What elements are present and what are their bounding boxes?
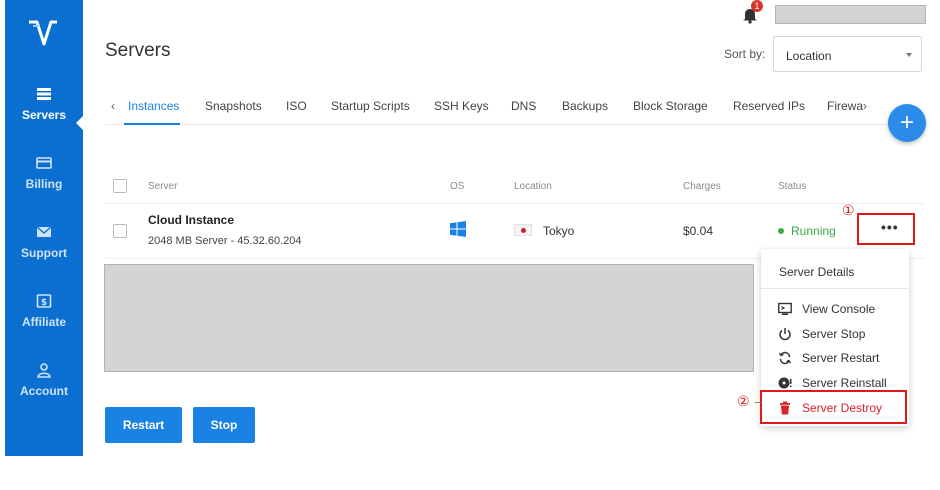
sidebar-item-label: Support (21, 246, 67, 260)
highlight-box (760, 390, 907, 424)
tab-reserved-ips[interactable]: Reserved IPs (733, 99, 805, 113)
column-header-location: Location (514, 181, 552, 192)
ellipsis-icon: ••• (881, 219, 899, 235)
server-stack-icon (37, 88, 51, 100)
menu-item-label: Server Reinstall (802, 376, 887, 390)
menu-item-label: Server Restart (802, 351, 880, 365)
server-location: Tokyo (543, 224, 575, 238)
dollar-icon: $ (36, 294, 52, 308)
tab-startup-scripts[interactable]: Startup Scripts (331, 99, 410, 113)
server-name[interactable]: Cloud Instance (148, 213, 234, 227)
menu-item-view-console[interactable]: View Console (761, 298, 909, 322)
disc-icon (778, 377, 792, 389)
user-account-bar[interactable] (775, 5, 926, 24)
server-details: 2048 MB Server - 45.32.60.204 (148, 235, 302, 247)
menu-item-label: Server Stop (802, 327, 866, 341)
credit-card-icon (36, 157, 52, 169)
sidebar-item-affiliate[interactable]: $ Affiliate (5, 293, 83, 355)
refresh-icon (778, 351, 792, 365)
sidebar-item-label: Servers (21, 108, 67, 122)
sidebar-item-label: Affiliate (21, 315, 66, 329)
chevron-left-icon[interactable]: ‹ (111, 99, 115, 113)
step-marker-1: ① (842, 202, 855, 218)
status-dot-icon (778, 228, 784, 234)
active-tab-indicator (124, 123, 180, 125)
divider (105, 203, 925, 204)
server-charges: $0.04 (683, 224, 714, 238)
caret-down-icon (906, 53, 912, 57)
tab-instances[interactable]: Instances (128, 99, 179, 113)
console-icon (778, 302, 792, 315)
more-actions-button[interactable]: ••• (857, 213, 915, 245)
status-badge: Running (778, 224, 836, 238)
menu-item-server-details[interactable]: Server Details (779, 265, 854, 279)
page-title: Servers (105, 40, 171, 61)
column-header-server: Server (148, 181, 178, 192)
step-marker-2: ② (737, 393, 750, 409)
restart-button[interactable]: Restart (105, 407, 182, 443)
tab-ssh-keys[interactable]: SSH Keys (434, 99, 489, 113)
envelope-icon (36, 226, 52, 237)
tab-dns[interactable]: DNS (511, 99, 536, 113)
tab-bar: ‹ Instances Snapshots ISO Startup Script… (105, 87, 925, 125)
status-text: Running (791, 224, 836, 238)
japan-flag-icon (514, 224, 532, 236)
sidebar-item-support[interactable]: Support (5, 224, 83, 286)
notification-badge: 1 (751, 0, 763, 12)
select-all-checkbox[interactable] (113, 179, 127, 193)
sort-select[interactable]: Location (773, 36, 922, 72)
row-checkbox[interactable] (113, 224, 127, 238)
sidebar: Servers Billing Support $ Affiliate Acco… (5, 0, 83, 456)
sort-select-value: Location (786, 49, 832, 63)
user-icon (37, 363, 51, 378)
sort-label: Sort by: (724, 47, 766, 61)
menu-divider (761, 288, 909, 289)
marker-connector (755, 402, 761, 403)
sidebar-item-label: Account (20, 384, 68, 398)
tab-block-storage[interactable]: Block Storage (633, 99, 708, 113)
sidebar-item-servers[interactable]: Servers (5, 86, 83, 148)
menu-item-server-restart[interactable]: Server Restart (761, 347, 909, 371)
column-header-os: OS (450, 181, 465, 192)
windows-icon (450, 221, 466, 237)
power-icon (779, 328, 791, 341)
stop-button[interactable]: Stop (193, 407, 255, 443)
column-header-charges: Charges (683, 181, 721, 192)
svg-text:$: $ (41, 298, 47, 308)
chevron-right-icon[interactable]: › (863, 99, 867, 113)
tab-backups[interactable]: Backups (562, 99, 608, 113)
sidebar-item-billing[interactable]: Billing (5, 155, 83, 217)
column-header-status: Status (778, 181, 807, 192)
sidebar-item-label: Billing (25, 177, 63, 191)
add-server-button[interactable]: + (888, 104, 926, 142)
sidebar-item-account[interactable]: Account (5, 362, 83, 424)
redacted-panel (104, 264, 754, 372)
tab-snapshots[interactable]: Snapshots (205, 99, 262, 113)
tab-iso[interactable]: ISO (286, 99, 307, 113)
menu-item-label: View Console (802, 302, 876, 316)
vultr-logo-icon[interactable] (27, 18, 61, 54)
menu-item-server-stop[interactable]: Server Stop (761, 323, 909, 347)
tab-firewall[interactable]: Firewa (827, 99, 864, 113)
